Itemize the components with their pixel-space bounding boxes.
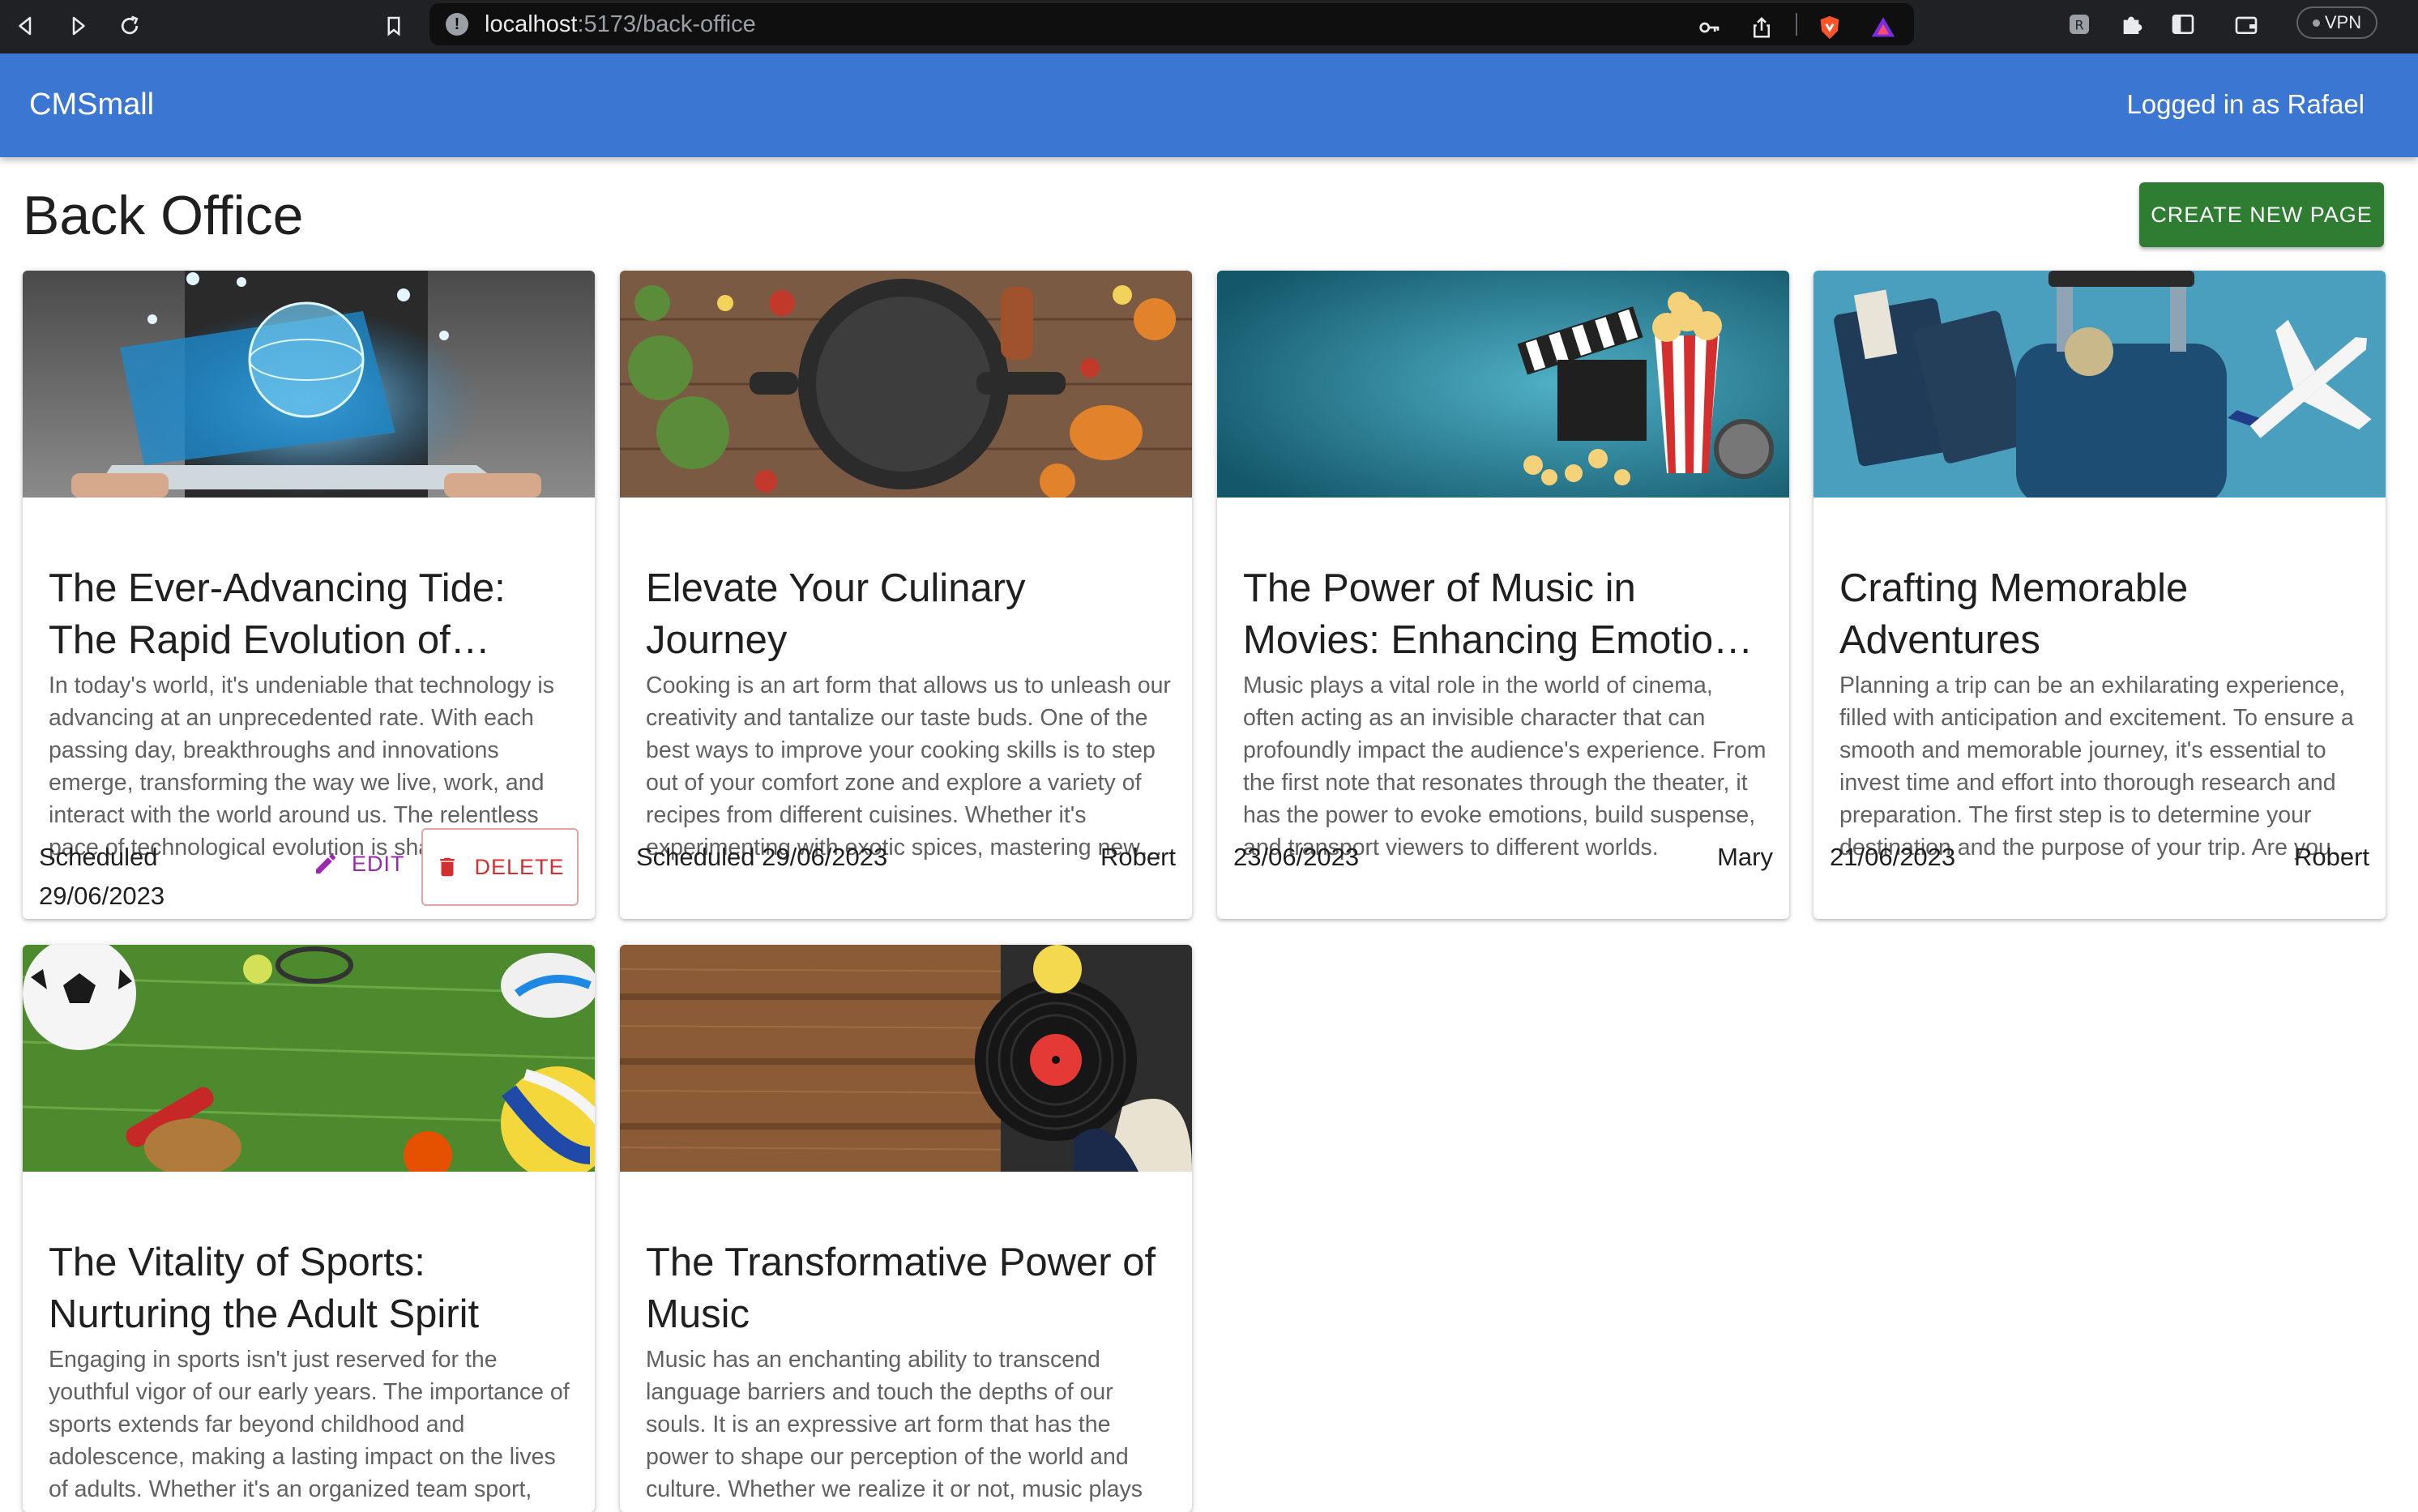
browser-toolbar: ! localhost:5173/back-office R VPN [0,0,2418,53]
publication-status: Scheduled 29/06/2023 [39,843,165,910]
brave-shield-icon[interactable] [1814,11,1846,44]
card-title: Crafting Memorable Adventures [1839,566,2189,662]
card-footer: Scheduled 29/06/2023 EDIT DELETE [23,828,595,919]
vpn-label: VPN [2324,12,2362,32]
author-name: Robert [2293,843,2369,871]
card-title: Elevate Your Culinary Journey [646,566,1026,662]
vpn-button[interactable]: VPN [2296,6,2377,39]
edit-label: EDIT [352,851,405,876]
card-image-travel [1814,271,2386,498]
page-card: Elevate Your Culinary Journey Cooking is… [620,271,1192,919]
card-image-sports [23,945,595,1172]
card-image-cooking [620,271,1192,498]
edit-button[interactable]: EDIT [313,844,405,883]
delete-label: DELETE [474,854,565,879]
key-icon[interactable] [1694,11,1726,44]
pencil-icon [316,853,336,873]
publication-status: 21/06/2023 [1830,843,1956,871]
author-name: Robert [1100,843,1176,871]
card-excerpt: Planning a trip can be an exhilarating e… [1839,673,2354,861]
delete-button[interactable]: DELETE [421,828,579,906]
app-bar: CMSmall Logged in as Rafael [0,53,2418,157]
card-image-movies [1217,271,1789,498]
card-title: The Ever-Advancing Tide: The Rapid Evolu… [49,566,506,662]
page-card: Crafting Memorable Adventures Planning a… [1814,271,2386,919]
divider [1796,13,1797,36]
card-footer: Scheduled 29/06/2023 Robert [620,838,1192,919]
trash-icon [440,857,455,877]
extension-icon[interactable]: R [2063,8,2095,41]
card-title: The Transformative Power of Music [646,1241,1156,1336]
publication-status: 23/06/2023 [1233,843,1360,871]
card-excerpt: Music plays a vital role in the world of… [1243,673,1767,861]
address-bar[interactable]: ! localhost:5173/back-office [429,3,1914,45]
page-card: The Transformative Power of Music Music … [620,945,1192,1512]
forward-icon[interactable] [60,8,96,44]
page-card: The Power of Music in Movies: Enhancing … [1217,271,1789,919]
bookmark-icon[interactable] [376,8,412,44]
back-icon[interactable] [8,8,44,44]
create-new-page-button[interactable]: CREATE NEW PAGE [2139,182,2384,247]
page-card: The Vitality of Sports: Nurturing the Ad… [23,945,595,1512]
publication-status: Scheduled 29/06/2023 [636,843,888,871]
page-title: Back Office [23,185,304,246]
card-title: The Power of Music in Movies: Enhancing … [1243,566,1767,662]
svg-text:R: R [2074,18,2083,33]
brand-title[interactable]: CMSmall [29,86,154,123]
card-excerpt: Cooking is an art form that allows us to… [646,673,1171,861]
site-info-icon[interactable]: ! [446,13,468,36]
card-image-technology [23,271,595,498]
brave-rewards-icon[interactable] [1867,11,1899,44]
card-footer: 21/06/2023 Robert [1814,838,2386,919]
reload-icon[interactable] [112,8,147,44]
card-title: The Vitality of Sports: Nurturing the Ad… [49,1241,480,1336]
logged-in-status: Logged in as Rafael [2126,86,2365,123]
puzzle-icon[interactable] [2115,8,2147,41]
card-image-music [620,945,1192,1172]
wallet-icon[interactable] [2230,8,2262,41]
author-name: Mary [1717,843,1773,871]
share-icon[interactable] [1745,11,1778,44]
card-excerpt: Engaging in sports isn't just reserved f… [49,1347,570,1502]
url-text[interactable]: localhost:5173/back-office [485,11,756,37]
vpn-status-icon [2312,19,2320,27]
page-card: The Ever-Advancing Tide: The Rapid Evolu… [23,271,595,919]
logged-prefix: Logged in as [2126,89,2288,119]
sidebar-icon[interactable] [2167,8,2199,41]
card-excerpt: Music has an enchanting ability to trans… [646,1347,1143,1502]
card-footer: 23/06/2023 Mary [1217,838,1789,919]
logged-user: Rafael [2287,89,2365,119]
